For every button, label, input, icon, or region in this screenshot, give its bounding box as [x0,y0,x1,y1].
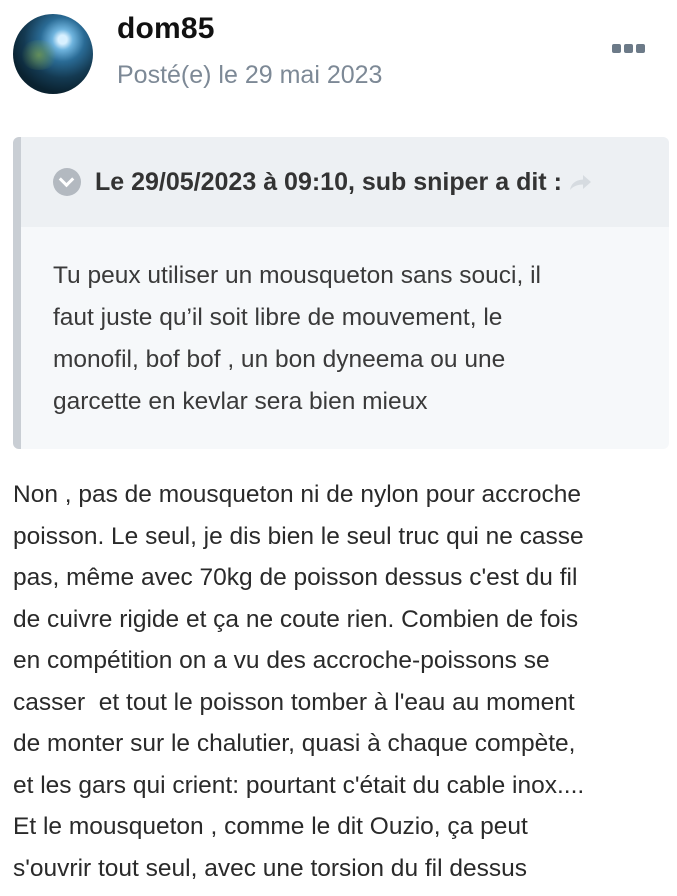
content-line: Et le mousqueton , comme le dit Ouzio, ç… [13,813,528,840]
post-content: Non , pas de mousqueton ni de nylon pour… [13,474,677,889]
content-line: de cuivre rigide et ça ne coute rien. Co… [13,605,579,633]
post-date[interactable]: Posté(e) le 29 mai 2023 [117,61,382,90]
quote-line: monofil, bof bof , un bon dyneema ou une [53,346,506,373]
quote-line: Tu peux utiliser un mousqueton sans souc… [53,262,541,289]
content-line: pas, même avec 70kg de poisson dessus c'… [13,564,578,591]
menu-dot [624,44,633,53]
content-line: s'ouvrir tout seul, avec une torsion du … [13,854,527,882]
quote-citation: Le 29/05/2023 à 09:10, sub sniper a dit … [95,167,562,196]
menu-dot [636,44,645,53]
menu-dot [612,44,621,53]
more-options-icon[interactable] [612,44,646,58]
content-line: poisson. Le seul, je dis bien le seul tr… [13,522,584,550]
content-line: de monter sur le chalutier, quasi à chaq… [13,730,576,757]
chevron-down-icon[interactable] [53,168,81,196]
forum-post: dom85 Posté(e) le 29 mai 2023 Le 29/05/2… [0,0,677,896]
quote-line: faut juste qu’il soit libre de mouvement… [53,304,503,331]
content-line: casser et tout le poisson tomber à l'eau… [13,688,575,716]
author-avatar[interactable] [13,14,93,94]
content-line: en compétition on a vu des accroche-pois… [13,647,550,674]
quote-text: Tu peux utiliser un mousqueton sans souc… [21,227,669,423]
quote-block: Le 29/05/2023 à 09:10, sub sniper a dit … [13,137,669,449]
quote-line: garcette en kevlar sera bien mieux [53,388,428,415]
quote-header[interactable]: Le 29/05/2023 à 09:10, sub sniper a dit … [21,137,669,227]
content-line: Non , pas de mousqueton ni de nylon pour… [13,481,581,508]
author-name[interactable]: dom85 [117,12,215,46]
content-line: et les gars qui crient: pourtant c'était… [13,771,585,799]
share-icon[interactable] [568,172,594,192]
